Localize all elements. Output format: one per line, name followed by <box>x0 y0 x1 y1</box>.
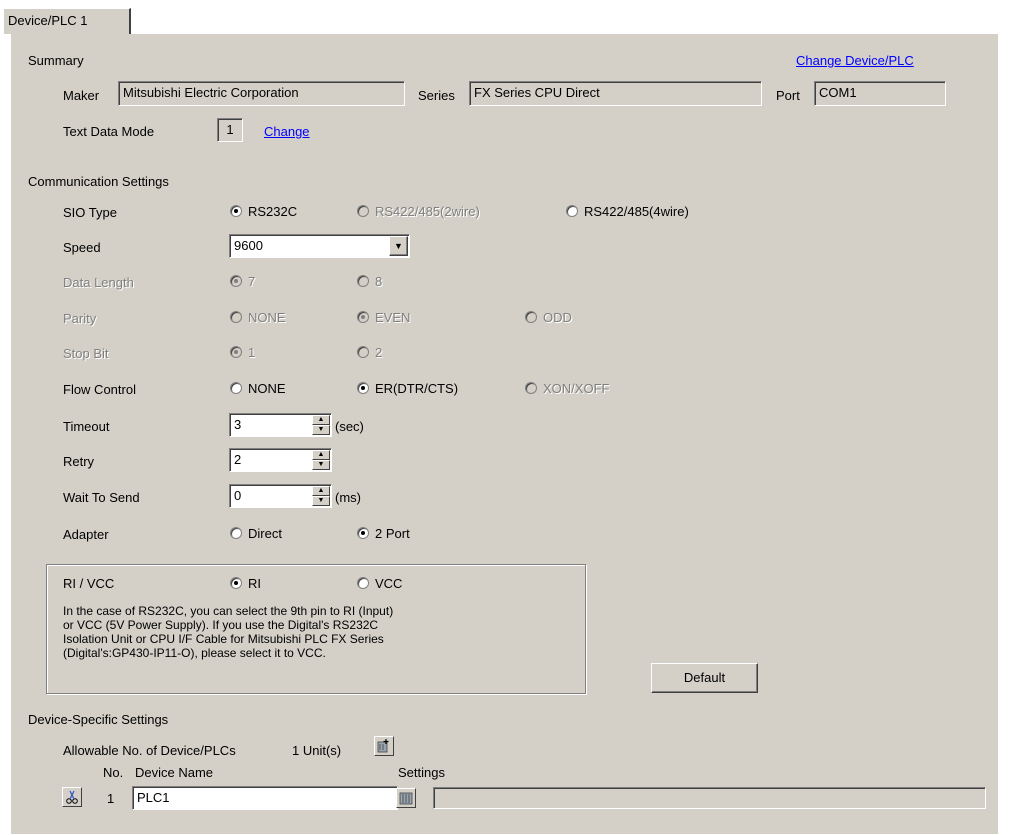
stop-bit-2-label: 2 <box>375 345 383 360</box>
timeout-down-arrow[interactable]: ▼ <box>312 425 330 435</box>
sio-rs422-2wire-label: RS422/485(2wire) <box>375 204 480 219</box>
speed-dropdown-button[interactable]: ▼ <box>389 236 408 256</box>
timeout-label: Timeout <box>63 419 110 434</box>
flow-control-label: Flow Control <box>63 382 136 397</box>
flow-none-label: NONE <box>248 381 286 396</box>
parity-none-radio[interactable] <box>230 311 242 323</box>
ri-label: RI <box>248 576 261 591</box>
device-name-input[interactable]: PLC1 <box>132 786 398 810</box>
settings-table-icon <box>399 792 413 805</box>
adapter-label: Adapter <box>63 527 109 542</box>
add-device-icon[interactable] <box>374 736 394 756</box>
device-settings-field <box>433 787 986 809</box>
speed-select[interactable]: 9600 <box>229 234 410 258</box>
wait-to-send-unit: (ms) <box>335 490 361 505</box>
adapter-2-port-label: 2 Port <box>375 526 410 541</box>
parity-even-label: EVEN <box>375 310 411 325</box>
data-length-8-label: 8 <box>375 274 383 289</box>
parity-even-radio[interactable] <box>357 311 369 323</box>
flow-er-dtr-cts-radio[interactable] <box>357 382 369 394</box>
vcc-label: VCC <box>375 576 403 591</box>
timeout-up-arrow[interactable]: ▲ <box>312 415 330 425</box>
wait-to-send-label: Wait To Send <box>63 490 140 505</box>
adapter-2-port-radio[interactable] <box>357 527 369 539</box>
change-device-plc-link[interactable]: Change Device/PLC <box>796 53 914 68</box>
scissors-icon <box>66 790 78 804</box>
device-specific-settings-heading: Device-Specific Settings <box>28 712 169 727</box>
ri-vcc-note-line-1: In the case of RS232C, you can select th… <box>63 604 394 618</box>
data-length-label: Data Length <box>63 275 134 290</box>
sio-rs422-4wire-radio[interactable] <box>566 205 578 217</box>
allowable-devices-label: Allowable No. of Device/PLCs <box>63 743 236 758</box>
data-length-7-label: 7 <box>248 274 256 289</box>
adapter-direct-label: Direct <box>248 526 282 541</box>
series-field: FX Series CPU Direct <box>469 81 762 106</box>
text-data-mode-field: 1 <box>217 118 243 142</box>
maker-label: Maker <box>63 88 100 103</box>
parity-none-label: NONE <box>248 310 286 325</box>
text-data-mode-change-link[interactable]: Change <box>264 124 310 139</box>
ri-vcc-note-line-3: Isolation Unit or CPU I/F Cable for Mits… <box>63 632 384 646</box>
flow-xon-xoff-radio[interactable] <box>525 382 537 394</box>
flow-er-dtr-cts-label: ER(DTR/CTS) <box>375 381 459 396</box>
adapter-direct-radio[interactable] <box>230 527 242 539</box>
ri-vcc-note-line-2: or VCC (5V Power Supply). If you use the… <box>63 618 379 632</box>
column-settings-header: Settings <box>398 765 445 780</box>
stop-bit-1-label: 1 <box>248 345 256 360</box>
allowable-devices-value: 1 Unit(s) <box>292 743 342 758</box>
sio-rs422-4wire-label: RS422/485(4wire) <box>584 204 689 219</box>
speed-value: 9600 <box>234 238 263 253</box>
sio-rs232c-label: RS232C <box>248 204 298 219</box>
maker-field: Mitsubishi Electric Corporation <box>118 81 405 106</box>
chevron-down-icon: ▼ <box>394 241 403 251</box>
flow-xon-xoff-label: XON/XOFF <box>543 381 610 396</box>
port-field: COM1 <box>814 81 946 106</box>
sio-type-label: SIO Type <box>63 205 117 220</box>
summary-heading: Summary <box>28 53 84 68</box>
stop-bit-1-radio[interactable] <box>230 346 242 358</box>
parity-label: Parity <box>63 311 97 326</box>
device-settings-icon[interactable] <box>396 788 416 808</box>
device-row-no: 1 <box>107 791 115 806</box>
sio-rs232c-radio[interactable] <box>230 205 242 217</box>
add-device-icon-graphic <box>377 739 389 753</box>
retry-up-arrow[interactable]: ▲ <box>312 450 330 460</box>
stop-bit-label: Stop Bit <box>63 346 109 361</box>
communication-settings-heading: Communication Settings <box>28 174 169 189</box>
vcc-radio[interactable] <box>357 577 369 589</box>
cut-icon[interactable] <box>62 787 82 807</box>
retry-label: Retry <box>63 454 95 469</box>
ri-vcc-note-line-4: (Digital's:GP430-IP11-O), please select … <box>63 646 326 660</box>
parity-odd-radio[interactable] <box>525 311 537 323</box>
series-label: Series <box>418 88 455 103</box>
ri-radio[interactable] <box>230 577 242 589</box>
data-length-7-radio[interactable] <box>230 275 242 287</box>
column-device-name-header: Device Name <box>135 765 214 780</box>
column-no-header: No. <box>103 765 124 780</box>
wait-up-arrow[interactable]: ▲ <box>312 486 330 496</box>
stop-bit-2-radio[interactable] <box>357 346 369 358</box>
retry-down-arrow[interactable]: ▼ <box>312 460 330 470</box>
data-length-8-radio[interactable] <box>357 275 369 287</box>
ri-vcc-label: RI / VCC <box>63 576 115 591</box>
parity-odd-label: ODD <box>543 310 572 325</box>
timeout-unit: (sec) <box>335 419 364 434</box>
tab-strip <box>0 0 1028 34</box>
tab-device-plc-1[interactable]: Device/PLC 1 <box>3 8 131 34</box>
sio-rs422-2wire-radio[interactable] <box>357 205 369 217</box>
ri-vcc-note: In the case of RS232C, you can select th… <box>63 604 393 660</box>
speed-label: Speed <box>63 240 101 255</box>
text-data-mode-label: Text Data Mode <box>63 124 155 139</box>
port-label: Port <box>776 88 800 103</box>
wait-down-arrow[interactable]: ▼ <box>312 496 330 506</box>
default-button[interactable]: Default <box>651 663 758 693</box>
flow-none-radio[interactable] <box>230 382 242 394</box>
